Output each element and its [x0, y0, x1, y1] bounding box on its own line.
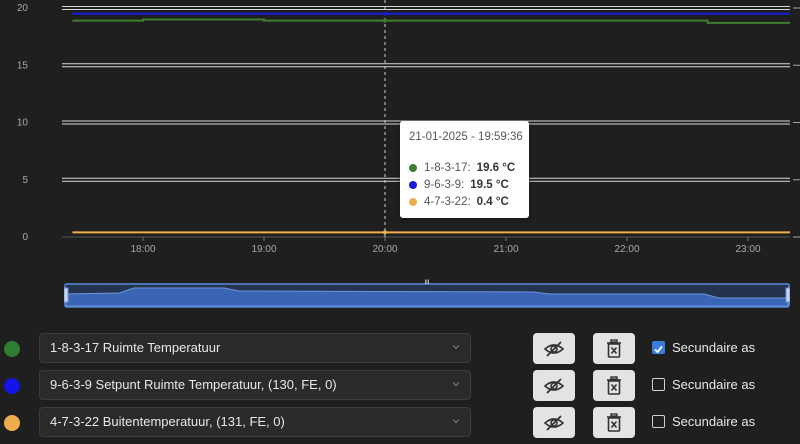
- trash-x-icon: [607, 412, 621, 432]
- tooltip-series-value: 19.5 °C: [470, 179, 509, 191]
- delete-series-button[interactable]: [593, 370, 635, 401]
- series-select[interactable]: 1-8-3-17 Ruimte Temperatuur: [39, 333, 471, 363]
- delete-series-button[interactable]: [593, 407, 635, 438]
- eye-slash-icon: [543, 414, 565, 431]
- trash-x-icon: [607, 338, 621, 358]
- eye-slash-icon: [543, 377, 565, 394]
- y-tick-label: 10: [17, 118, 29, 129]
- tooltip-title: 21-01-2025 - 19:59:36: [409, 131, 523, 143]
- y-tick-label: 5: [22, 175, 28, 186]
- trash-x-icon: [607, 375, 621, 395]
- hide-series-button[interactable]: [533, 407, 575, 438]
- delete-series-button[interactable]: [593, 333, 635, 364]
- secondary-axis-checkbox[interactable]: [652, 341, 665, 354]
- series-color-indicator: [4, 415, 20, 431]
- y-tick-label: 20: [17, 3, 29, 14]
- series-select-value: 1-8-3-17 Ruimte Temperatuur: [50, 340, 221, 355]
- eye-slash-icon: [543, 340, 565, 357]
- hover-marker: [383, 230, 387, 235]
- secondary-axis-label: Secundaire as: [672, 414, 756, 429]
- chevron-down-icon: [452, 345, 460, 350]
- x-tick-label: 18:00: [130, 244, 155, 255]
- navigator-scroll-grip[interactable]: III: [424, 280, 429, 286]
- chart-tooltip: 21-01-2025 - 19:59:36 1-8-3-17: 19.6 °C …: [400, 121, 529, 218]
- series-color-indicator: [4, 341, 20, 357]
- check-icon: [654, 345, 663, 354]
- chevron-down-icon: [452, 382, 460, 387]
- secondary-axis-checkbox[interactable]: [652, 415, 665, 428]
- series-select-value: 4-7-3-22 Buitentemperatuur, (131, FE, 0): [50, 414, 285, 429]
- series-color-dot: [409, 164, 417, 172]
- series-select-value: 9-6-3-9 Setpunt Ruimte Temperatuur, (130…: [50, 377, 337, 392]
- tooltip-series-value: 0.4 °C: [476, 196, 509, 208]
- tooltip-row: 1-8-3-17: 19.6 °C: [409, 162, 515, 174]
- series-color-indicator: [4, 378, 20, 394]
- y-tick-label: 0: [22, 232, 28, 243]
- series-select[interactable]: 4-7-3-22 Buitentemperatuur, (131, FE, 0): [39, 407, 471, 437]
- secondary-axis-label: Secundaire as: [672, 340, 756, 355]
- series-row: 9-6-3-9 Setpunt Ruimte Temperatuur, (130…: [0, 370, 800, 402]
- secondary-axis-checkbox[interactable]: [652, 378, 665, 391]
- tooltip-series-value: 19.6 °C: [476, 162, 516, 174]
- x-tick-label: 20:00: [372, 244, 397, 255]
- series-select[interactable]: 9-6-3-9 Setpunt Ruimte Temperatuur, (130…: [39, 370, 471, 400]
- tooltip-series-name: 9-6-3-9:: [424, 179, 465, 191]
- y-tick-label: 15: [17, 60, 29, 71]
- range-navigator[interactable]: III: [64, 279, 790, 309]
- series-color-dot: [409, 181, 417, 189]
- chevron-down-icon: [452, 419, 460, 424]
- x-tick-label: 23:00: [735, 244, 760, 255]
- tooltip-row: 4-7-3-22: 0.4 °C: [409, 196, 509, 208]
- chart-area[interactable]: 0 5 10 15 20 18:00 19:00 20:00 21:00 22:00 23:00 2…: [0, 0, 800, 262]
- series-color-dot: [409, 198, 417, 206]
- series-line: [72, 18, 790, 24]
- hide-series-button[interactable]: [533, 370, 575, 401]
- series-row: 1-8-3-17 Ruimte Temperatuur Secundaire a…: [0, 333, 800, 365]
- navigator-right-handle[interactable]: [785, 287, 790, 303]
- tooltip-series-name: 4-7-3-22:: [424, 196, 471, 208]
- hover-marker: [383, 11, 387, 16]
- x-tick-label: 19:00: [251, 244, 276, 255]
- tooltip-row: 9-6-3-9: 19.5 °C: [409, 179, 509, 191]
- tooltip-series-name: 1-8-3-17:: [424, 162, 471, 174]
- x-tick-label: 21:00: [493, 244, 518, 255]
- hide-series-button[interactable]: [533, 333, 575, 364]
- secondary-axis-label: Secundaire as: [672, 377, 756, 392]
- hover-marker: [383, 18, 387, 23]
- x-tick-label: 22:00: [614, 244, 639, 255]
- navigator-left-handle[interactable]: [64, 287, 69, 303]
- series-row: 4-7-3-22 Buitentemperatuur, (131, FE, 0)…: [0, 407, 800, 439]
